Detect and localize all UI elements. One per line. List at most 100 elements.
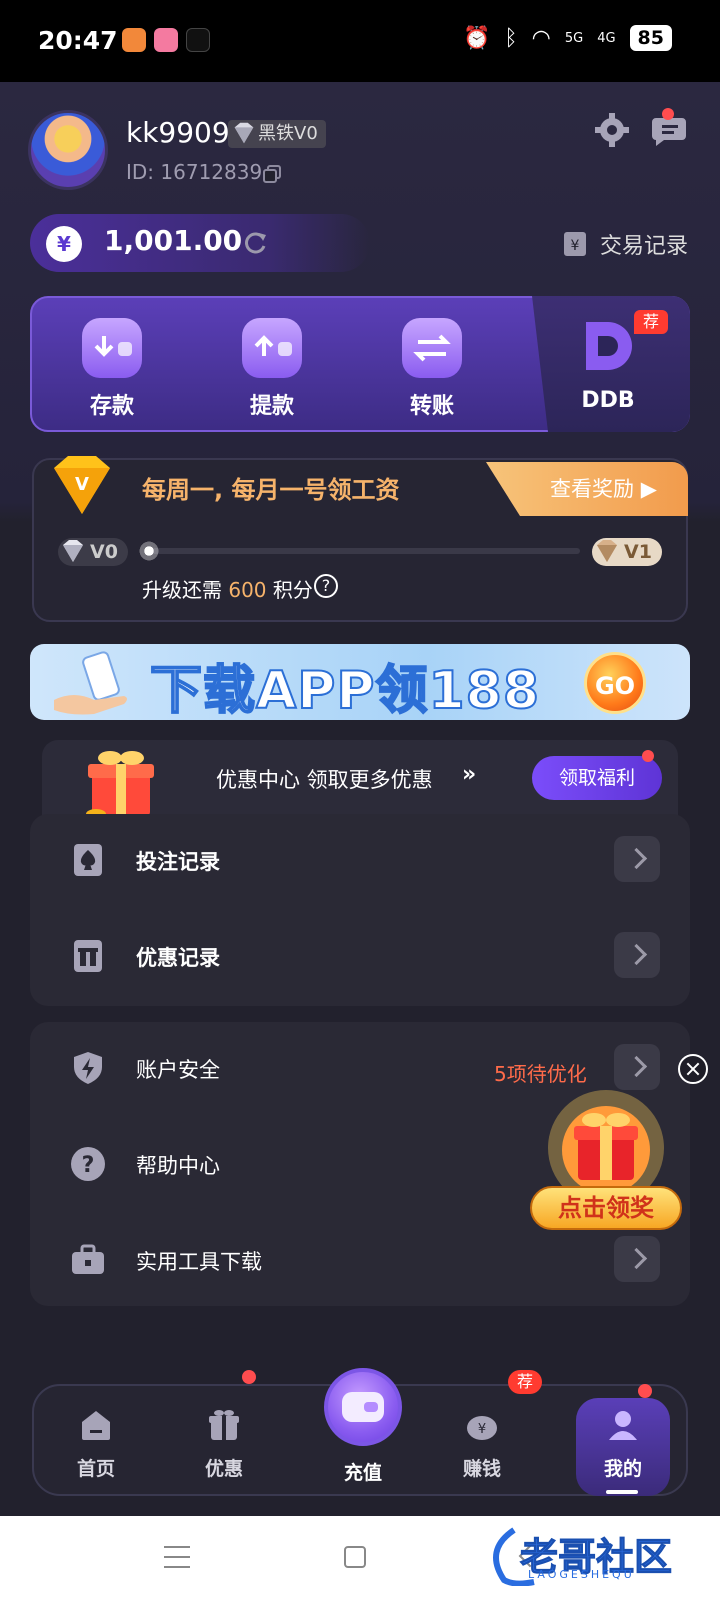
next-level-badge: V1	[592, 538, 662, 566]
toolbox-icon	[72, 1244, 104, 1274]
tab-earn-label: 赚钱	[462, 1458, 501, 1480]
refresh-icon[interactable]	[242, 230, 268, 256]
signal-icon: 4G	[597, 30, 616, 46]
deposit-label: 存款	[89, 394, 134, 419]
message-badge	[662, 108, 674, 120]
withdraw-label: 提款	[249, 394, 294, 419]
menu-icon[interactable]	[164, 1546, 190, 1568]
promo-records-row[interactable]: 优惠记录	[30, 908, 690, 1004]
tab-home[interactable]: 首页	[46, 1408, 146, 1481]
level-progress-marker	[138, 540, 160, 562]
withdraw-icon	[242, 318, 302, 378]
alarm-icon: ⏰	[463, 25, 491, 51]
spade-icon	[74, 844, 102, 876]
tab-promotions[interactable]: 优惠	[174, 1408, 274, 1481]
vip-badge[interactable]: 黑铁V0	[228, 120, 326, 148]
claim-benefits-button[interactable]: 领取福利	[532, 756, 662, 800]
current-level-badge: V0	[58, 538, 128, 566]
diamond-icon	[63, 540, 83, 562]
withdraw-button[interactable]: 提款	[212, 318, 332, 420]
question-icon[interactable]: ?	[314, 574, 338, 598]
upgrade-prefix: 升级还需	[142, 578, 222, 602]
home-icon	[82, 1411, 110, 1440]
deposit-icon	[82, 318, 142, 378]
tab-home-label: 首页	[76, 1458, 115, 1480]
claim-reward-button[interactable]: 点击领奖	[530, 1186, 682, 1230]
promotions-badge	[242, 1370, 256, 1384]
play-arrow-icon: ▶	[640, 477, 657, 501]
transaction-record-icon[interactable]: ¥	[562, 230, 588, 258]
bluetooth-icon: ᛒ	[504, 25, 518, 51]
upgrade-text: 升级还需 600 积分	[142, 574, 313, 603]
bet-records-label: 投注记录	[136, 850, 220, 874]
app-notification-icon	[154, 28, 178, 52]
wifi-icon: ◠	[531, 25, 551, 51]
phone-hand-icon	[54, 651, 127, 715]
question-icon: ?	[71, 1147, 105, 1181]
transfer-icon	[402, 318, 462, 378]
gift-box-icon	[74, 940, 102, 972]
svg-text:V: V	[75, 474, 89, 495]
watermark-subtext: LAOGESHEQU	[528, 1568, 635, 1581]
level-progress-track	[150, 548, 580, 554]
svg-text:¥: ¥	[478, 1422, 486, 1437]
vip-card-title: 每周一, 每月一号领工资	[142, 476, 400, 504]
ddb-logo-icon	[578, 318, 638, 378]
tools-download-label: 实用工具下载	[136, 1250, 262, 1274]
gift-icon	[209, 1410, 239, 1440]
balance-amount: 1,001.00	[104, 224, 243, 257]
bet-records-row[interactable]: 投注记录	[30, 812, 690, 908]
tab-recharge[interactable]	[324, 1368, 402, 1446]
double-chevron-icon: »	[462, 762, 477, 787]
svg-text:?: ?	[82, 1153, 95, 1178]
tab-promotions-label: 优惠	[204, 1458, 243, 1480]
coin-bag-icon: ¥	[467, 1416, 497, 1440]
upgrade-suffix: 积分	[272, 578, 313, 602]
yen-icon: ¥	[46, 226, 82, 262]
system-icons: ⏰ ᛒ ◠ 5G 4G 85	[463, 25, 672, 51]
security-warning: 5项待优化	[494, 1062, 587, 1086]
banner-text: 下载APP领188	[149, 660, 541, 722]
diamond-icon	[234, 122, 254, 144]
upgrade-points: 600	[228, 578, 267, 602]
view-reward-button[interactable]: 查看奖励 ▶	[486, 462, 688, 516]
signal-icon: 5G	[564, 30, 584, 46]
copy-icon[interactable]	[262, 164, 282, 184]
tab-recharge-label: 充值	[343, 1462, 382, 1484]
chevron-right-icon	[614, 836, 660, 882]
user-id: ID: 16712839	[126, 160, 263, 184]
help-center-label: 帮助中心	[136, 1154, 220, 1178]
vip-badge-label: 黑铁V0	[258, 123, 318, 144]
active-tab-indicator	[606, 1490, 638, 1494]
banner-go-button[interactable]: GO	[584, 652, 646, 714]
tiktok-icon	[186, 28, 210, 52]
account-security-label: 账户安全	[136, 1058, 220, 1082]
gift-box-icon	[86, 751, 154, 819]
notification-icons	[122, 28, 210, 52]
avatar[interactable]	[28, 110, 108, 190]
view-reward-label: 查看奖励	[550, 477, 634, 501]
transfer-button[interactable]: 转账	[372, 318, 492, 420]
tab-mine[interactable]: 我的	[573, 1408, 673, 1481]
ddb-label: DDB	[581, 388, 635, 413]
tab-mine-label: 我的	[603, 1458, 642, 1480]
app-notification-icon	[122, 28, 146, 52]
claim-badge	[642, 750, 654, 762]
tab-earn[interactable]: ¥ 赚钱	[432, 1408, 532, 1481]
current-level-label: V0	[90, 541, 118, 563]
shield-icon	[74, 1052, 102, 1084]
promo-text: 优惠中心 领取更多优惠	[216, 768, 433, 792]
transaction-record-link[interactable]: 交易记录	[600, 228, 688, 260]
chevron-right-icon	[614, 1236, 660, 1282]
earn-recommend-tag: 荐	[508, 1370, 542, 1394]
battery-indicator: 85	[629, 25, 672, 51]
transfer-label: 转账	[409, 394, 454, 419]
close-icon[interactable]	[678, 1054, 708, 1084]
wallet-icon	[342, 1392, 384, 1422]
chevron-right-icon	[614, 932, 660, 978]
diamond-icon	[597, 540, 617, 562]
next-level-label: V1	[624, 541, 652, 563]
home-button-icon[interactable]	[344, 1546, 366, 1568]
deposit-button[interactable]: 存款	[52, 318, 172, 420]
gear-icon[interactable]	[594, 112, 630, 148]
